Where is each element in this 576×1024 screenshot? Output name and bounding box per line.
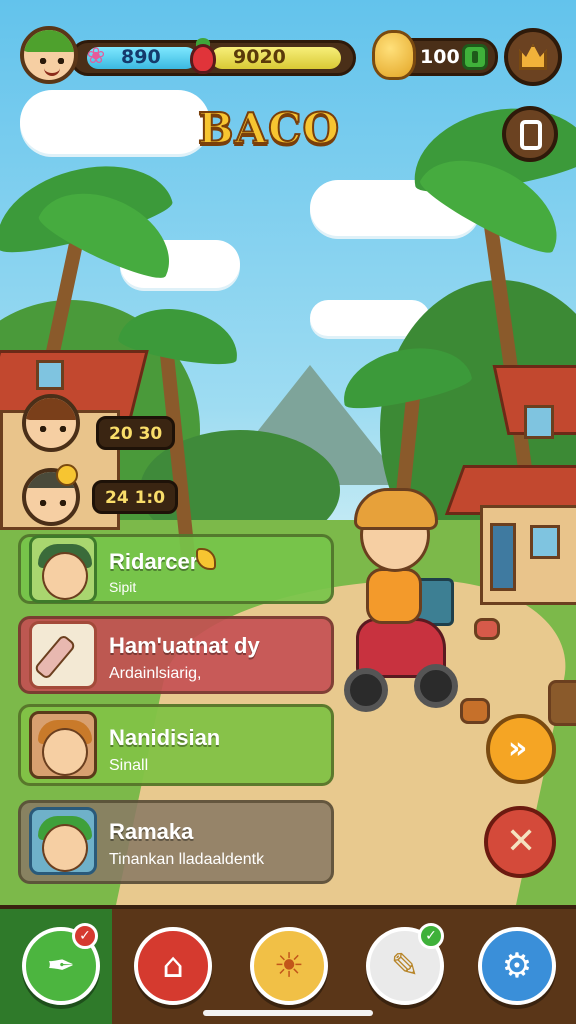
gem-count: 890 [121,46,161,68]
phone-button[interactable] [502,106,558,162]
quest-title: Ham'uatnat dy [109,633,260,658]
quest-thumbnail [29,535,97,603]
fruit-basket [474,618,500,640]
complete-badge: ✓ [418,923,444,949]
barrel [548,680,576,726]
add-gold-button[interactable] [462,44,488,70]
quest-title: Ridarcer [109,549,199,574]
strawberry-icon [186,38,220,76]
home-icon: ⌂ [162,946,184,986]
quest-subtitle: Sipit [109,579,137,595]
villager-stat: 24 1:0 [92,480,179,514]
quest-title: Ramaka [109,819,194,844]
game-title: BACO [197,103,341,154]
nav-home-button[interactable]: ⌂ [134,927,212,1005]
next-button[interactable]: » [486,714,556,784]
quest-item[interactable]: Ham'uatnat dy Ardainlsiarig, [18,616,334,694]
phone-icon [520,120,542,150]
fruit-count: 9020 [233,46,286,68]
villager-avatar[interactable] [22,394,80,452]
home-indicator[interactable] [203,1010,373,1016]
quest-item[interactable]: Ridarcer Sipit [18,534,334,604]
nav-explore-button[interactable]: ☀ [250,927,328,1005]
cancel-button[interactable]: ✕ [484,806,556,878]
quest-subtitle: Sinall [109,757,149,774]
villager-stat: 20 30 [96,416,176,450]
player-avatar[interactable] [20,26,78,84]
house-right [444,365,576,605]
quest-thumbnail [29,711,97,779]
bottom-nav-bar: ✒ ✓ ⌂ ☀ ✎ ✓ ⚙ [0,905,576,1024]
quest-subtitle: Tinankan lladaaldentk [109,851,265,868]
gem-icon: ❀ [86,44,106,69]
quest-item[interactable]: Nanidisian Sinall [18,704,334,786]
rider-torso [366,568,422,624]
cloud [20,90,210,154]
scooter-wheel [344,668,388,712]
double-arrow-icon: » [508,731,528,766]
villager-stat-label: 20 30 [109,424,163,444]
shop-button[interactable] [504,28,562,86]
quest-subtitle: Ardainlsiarig, [109,665,202,682]
crossed-tools-icon: ✕ [506,821,537,862]
quest-thumbnail [29,621,97,689]
villager-stat-label: 24 1:0 [105,488,166,508]
sun-icon: ☀ [273,946,305,986]
rider-hair [354,488,438,530]
star-badge-icon [56,464,78,486]
crown-icon [519,44,547,70]
nav-chat-button[interactable]: ✒ ✓ [22,923,100,1005]
quest-item[interactable]: Ramaka Tinankan lladaaldentk [18,800,334,884]
gold-count: 100 [420,46,460,68]
notification-badge: ✓ [72,923,98,949]
gold-nugget-icon [372,30,416,80]
player-character-scooter[interactable] [336,488,466,728]
nav-build-button[interactable]: ✎ ✓ [366,923,444,1005]
gear-icon: ⚙ [501,946,533,986]
quest-thumbnail [29,807,97,875]
scooter-wheel [414,664,458,708]
nav-settings-button[interactable]: ⚙ [478,927,556,1005]
quest-title: Nanidisian [109,725,221,750]
